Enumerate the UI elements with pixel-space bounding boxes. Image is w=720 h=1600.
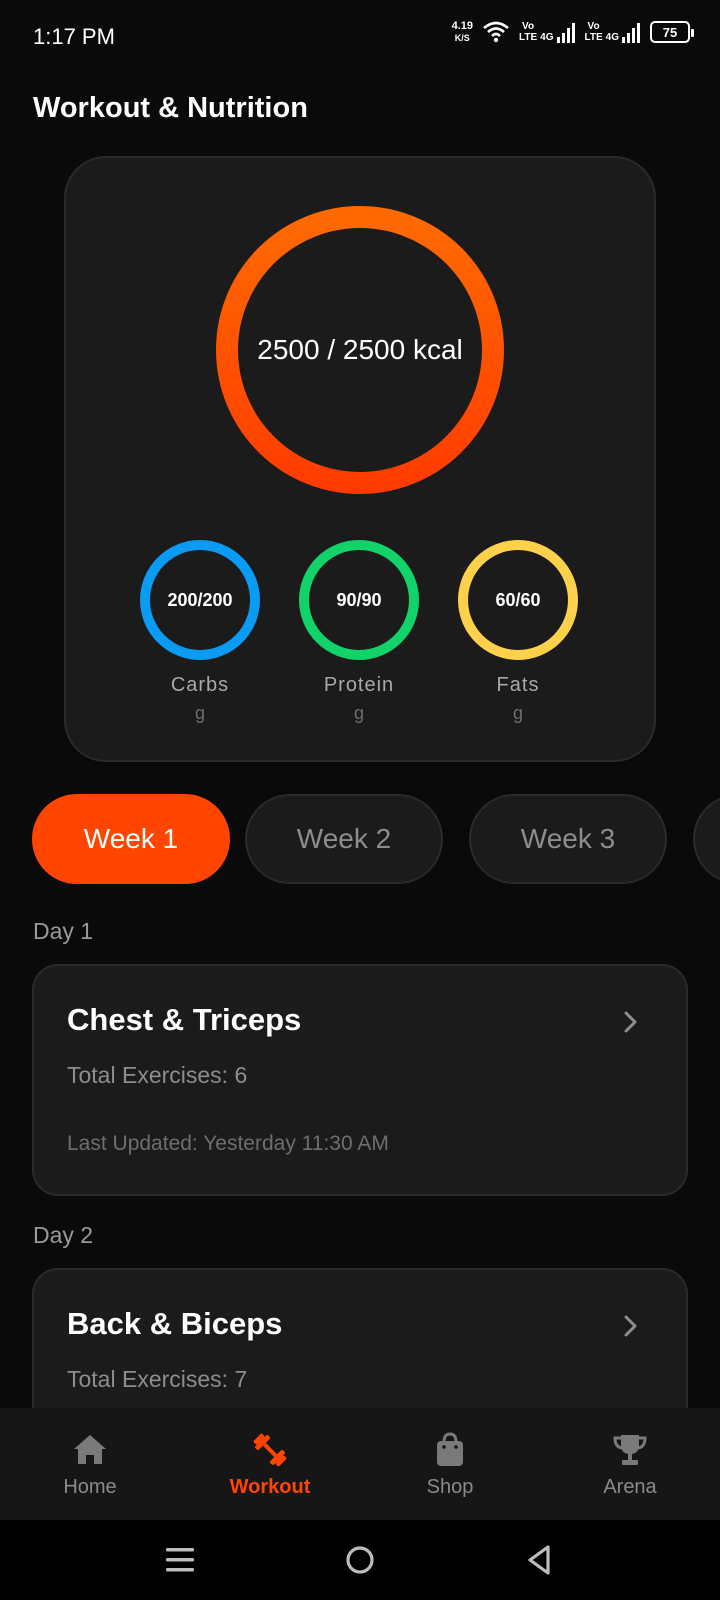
fats-unit: g [512,703,523,723]
nutrition-card: 2500 / 2500 kcal 200/200 Carbs g 90/90 P… [64,156,656,762]
recent-apps-icon[interactable] [162,1542,198,1578]
exercise-count: Total Exercises: 6 [67,1062,248,1088]
network-speed-value: 4.19 [451,20,473,32]
nav-arena[interactable]: Arena [540,1408,720,1520]
battery-icon: 75 [650,21,694,43]
exercise-count: Total Exercises: 7 [67,1366,248,1392]
sim2-volte-bottom: LTE [584,32,603,43]
protein-value: 90/90 [336,589,382,610]
network-speed-unit: K/S [454,33,470,43]
bottom-navigation: Home Workout Shop Arena [0,1408,720,1520]
tab-week-2[interactable]: Week 2 [245,794,443,884]
nav-shop-label: Shop [426,1476,474,1498]
nav-workout-label: Workout [229,1476,311,1498]
status-icons: 4.19 K/S Vo LTE 4G Vo LTE 4G 75 [452,20,694,44]
protein-label: Protein [323,674,395,696]
chevron-right-icon [624,1011,637,1033]
fats-label: Fats [496,674,540,696]
workout-card-day-1[interactable]: Chest & Triceps Total Exercises: 6 Last … [32,964,688,1196]
macro-fats: 60/60 Fats g [458,540,578,724]
tab-week-3[interactable]: Week 3 [469,794,667,884]
calorie-value: 2500 / 2500 kcal [257,334,463,365]
home-circle-icon[interactable] [342,1542,378,1578]
nav-home-label: Home [63,1476,117,1498]
nav-home[interactable]: Home [0,1408,180,1520]
fats-ring: 60/60 [458,540,578,660]
back-triangle-icon[interactable] [522,1542,558,1578]
signal-bars-icon [556,23,575,43]
home-icon [74,1435,106,1464]
week-tabs: Week 1 Week 2 Week 3 [0,794,720,884]
sim1-volte-top: Vo [522,21,535,32]
carbs-value: 200/200 [167,589,233,610]
fats-value: 60/60 [495,589,541,610]
system-navigation-bar [0,1520,720,1600]
last-updated: Last Updated: Yesterday 11:30 AM [67,1132,389,1155]
wifi-icon [483,21,509,43]
macro-protein: 90/90 Protein g [299,540,419,724]
battery-level: 75 [662,24,678,40]
signal-bars-icon [622,23,640,43]
day-label: Day 1 [33,918,94,944]
workout-title: Back & Biceps [67,1306,283,1341]
carbs-label: Carbs [170,674,230,696]
page-title: Workout & Nutrition [33,92,308,124]
dumbbell-icon [253,1433,287,1467]
chevron-right-icon [624,1315,637,1337]
tab-week-next-partial[interactable] [693,794,720,884]
sim2-signal: Vo LTE 4G [584,21,640,43]
sim2-network-type: 4G [605,32,619,43]
day-label: Day 2 [33,1222,94,1248]
network-speed: 4.19 K/S [452,20,473,44]
workout-title: Chest & Triceps [67,1002,302,1037]
macro-carbs: 200/200 Carbs g [140,540,260,724]
protein-ring: 90/90 [299,540,419,660]
carbs-unit: g [194,703,205,723]
carbs-ring: 200/200 [140,540,260,660]
shopping-bag-icon [437,1432,463,1466]
status-bar: 1:17 PM 4.19 K/S Vo LTE 4G Vo LTE 4G 75 [0,0,720,72]
sim2-volte-top: Vo [587,21,600,32]
nav-shop[interactable]: Shop [360,1408,540,1520]
tab-week-1[interactable]: Week 1 [32,794,230,884]
sim1-signal: Vo LTE 4G [519,21,575,43]
sim1-volte-bottom: LTE [519,32,538,43]
sim1-network-type: 4G [540,32,554,43]
status-time: 1:17 PM [33,24,115,49]
nav-workout[interactable]: Workout [180,1408,360,1520]
trophy-icon [613,1435,647,1465]
nav-arena-label: Arena [603,1476,657,1498]
protein-unit: g [353,703,364,723]
